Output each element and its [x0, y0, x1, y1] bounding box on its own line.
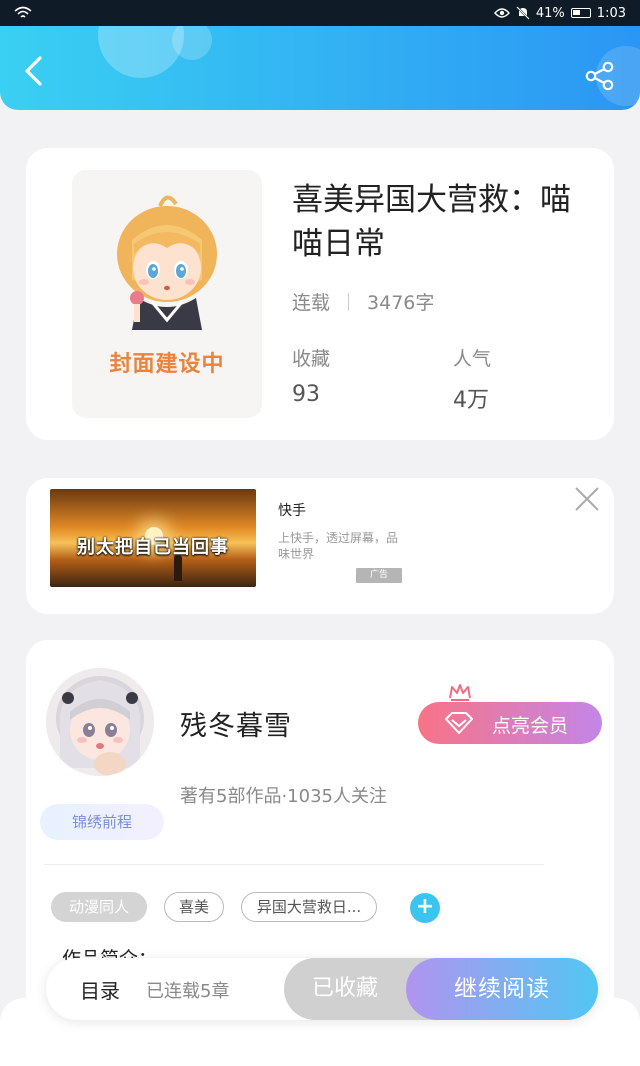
wifi-icon	[14, 6, 32, 18]
tag-anime-fanfic[interactable]: 动漫同人	[51, 892, 147, 922]
cover-mascot-illustration	[117, 195, 217, 330]
bottom-action-bar: 目录 已连载5章 已收藏 继续阅读	[46, 958, 598, 1020]
word-count: 3476字	[367, 292, 435, 314]
crown-icon	[449, 684, 471, 701]
add-tag-button[interactable]: +	[410, 893, 440, 923]
popularity-label: 人气	[453, 348, 492, 370]
chevron-left-icon	[25, 56, 42, 86]
decor-bubble	[98, 26, 184, 78]
avatar[interactable]	[46, 668, 154, 776]
author-stats: 著有5部作品·1035人关注	[180, 786, 387, 807]
diamond-icon	[445, 712, 473, 734]
share-button[interactable]	[584, 60, 616, 92]
close-icon	[575, 487, 599, 511]
ad-image[interactable]: 别太把自己当回事	[50, 489, 256, 587]
vip-button[interactable]: 点亮会员	[418, 702, 602, 744]
ad-banner[interactable]: 别太把自己当回事 快手 上快手，透过屏幕，品味世界 广告	[26, 478, 614, 614]
chapter-status: 已连载5章	[146, 981, 230, 1002]
tag-series[interactable]: 异国大营救日...	[241, 892, 377, 922]
divider	[44, 864, 544, 865]
favorites-label: 收藏	[292, 348, 331, 370]
ad-image-caption: 别太把自己当回事	[77, 537, 229, 558]
ad-description: 上快手，透过屏幕，品味世界	[278, 531, 399, 561]
rank-badge: 锦绣前程	[40, 804, 164, 840]
serial-status: 连载	[292, 292, 331, 314]
meta-divider	[348, 292, 350, 311]
favorites-value: 93	[292, 382, 320, 407]
book-meta: 连载 3476字	[292, 288, 434, 315]
share-icon	[585, 61, 614, 91]
battery-icon	[570, 8, 591, 18]
eye-icon	[493, 8, 510, 18]
top-header	[0, 26, 640, 110]
status-bar: 41% 1:03	[0, 0, 640, 26]
tag-ximei[interactable]: 喜美	[164, 892, 224, 922]
vip-button-label: 点亮会员	[492, 715, 569, 737]
popularity-value: 4万	[453, 388, 489, 413]
battery-percent: 41%	[535, 5, 565, 21]
back-button[interactable]	[22, 56, 46, 86]
author-avatar-illustration	[46, 668, 154, 776]
book-title: 喜美异国大营救：喵喵日常	[292, 182, 571, 262]
decor-bubble	[172, 26, 212, 60]
ad-badge: 广告	[356, 568, 402, 583]
cover-text: 封面建设中	[109, 352, 225, 377]
author-name[interactable]: 残冬暮雪	[180, 704, 292, 743]
toc-button[interactable]: 目录	[80, 975, 120, 1004]
ad-figure	[174, 555, 182, 581]
book-info-card: 封面建设中 喜美异国大营救：喵喵日常 连载 3476字 收藏 93 人气 4万	[26, 148, 614, 440]
clock: 1:03	[596, 5, 626, 21]
book-cover[interactable]: 封面建设中	[72, 170, 262, 418]
continue-reading-button[interactable]: 继续阅读	[406, 958, 598, 1020]
ad-title: 快手	[278, 503, 306, 519]
ad-close-button[interactable]	[574, 486, 600, 512]
mute-icon	[516, 6, 530, 20]
